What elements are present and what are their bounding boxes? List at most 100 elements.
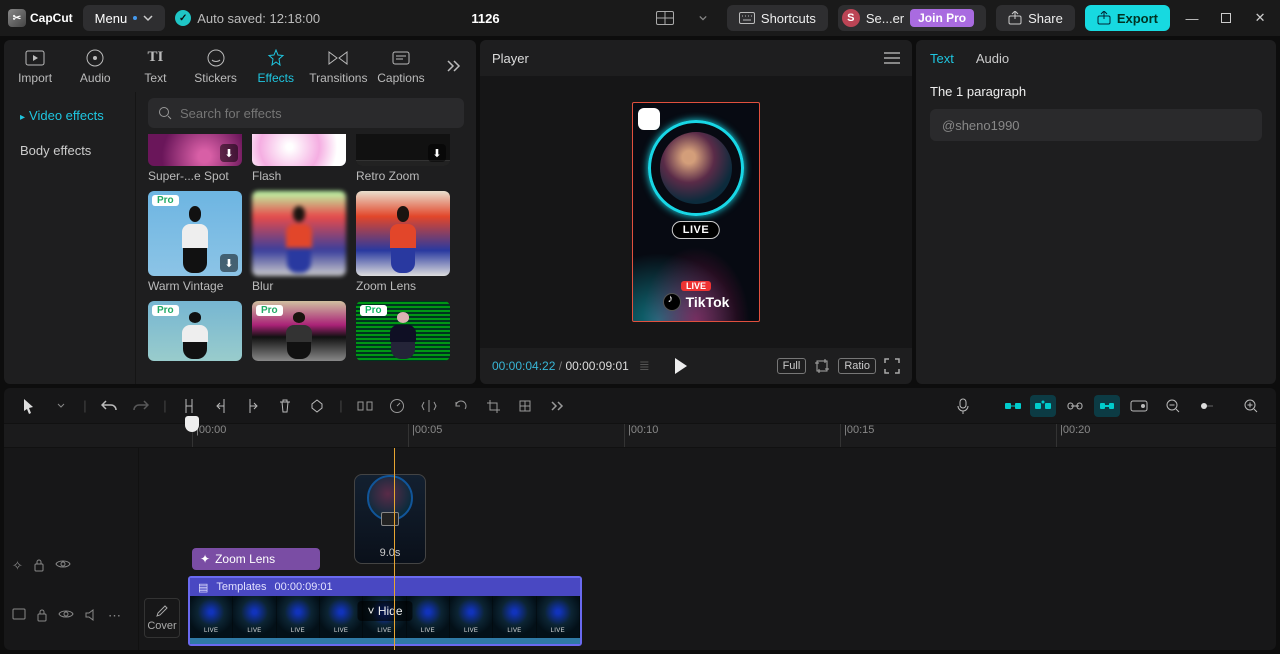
- redo-button[interactable]: [126, 392, 156, 420]
- fx-item[interactable]: ⬇Super-...e Spot: [148, 134, 242, 183]
- eye-icon[interactable]: [58, 608, 74, 624]
- delete-button[interactable]: [270, 392, 300, 420]
- shortcuts-button[interactable]: Shortcuts: [727, 5, 828, 31]
- library-panel: Import Audio TIText Stickers Effects Tra…: [4, 40, 476, 384]
- magnet-main[interactable]: [1000, 395, 1026, 417]
- eye-icon[interactable]: [55, 558, 71, 574]
- tab-audio-insp[interactable]: Audio: [976, 51, 1009, 66]
- cover-button[interactable]: Cover: [144, 598, 180, 638]
- lock-icon[interactable]: [33, 558, 45, 574]
- zoom-out-button[interactable]: [1158, 392, 1188, 420]
- live-pill: LIVE: [681, 281, 711, 291]
- tab-stickers[interactable]: Stickers: [191, 48, 241, 85]
- mute-icon[interactable]: [84, 608, 98, 624]
- eq-icon[interactable]: ≣: [639, 358, 650, 374]
- tabs-more-button[interactable]: [436, 60, 470, 72]
- freeze-button[interactable]: [510, 392, 540, 420]
- fx-item[interactable]: Pro: [148, 301, 242, 361]
- window-close[interactable]: ✕: [1248, 10, 1272, 26]
- export-button[interactable]: Export: [1085, 5, 1170, 31]
- layout-icon: [656, 11, 674, 25]
- preview-toggle[interactable]: [1124, 392, 1154, 420]
- marker-button[interactable]: [302, 392, 332, 420]
- download-icon[interactable]: ⬇: [428, 144, 446, 162]
- preview-canvas[interactable]: LIVE LIVE TikTok: [632, 102, 760, 322]
- player-menu-button[interactable]: [884, 52, 900, 64]
- time-ruler[interactable]: |00:00 |00:05 |00:10 |00:15 |00:20: [4, 424, 1276, 448]
- track-controls-main: ⋯: [12, 608, 121, 624]
- layout-button[interactable]: [651, 5, 679, 31]
- sparkle-icon: ✦: [200, 552, 210, 566]
- text-field[interactable]: @sheno1990: [930, 109, 1262, 141]
- full-button[interactable]: Full: [777, 358, 807, 374]
- rotate-button[interactable]: [446, 392, 476, 420]
- zoom-in-button[interactable]: [1236, 392, 1266, 420]
- magnet-aux[interactable]: [1030, 395, 1056, 417]
- join-pro-badge[interactable]: Join Pro: [910, 9, 974, 27]
- window-minimize[interactable]: —: [1180, 11, 1204, 26]
- player-controls: 00:00:04:22 / 00:00:09:01 ≣ Full Ratio: [480, 348, 912, 384]
- cat-body-effects[interactable]: Body effects: [10, 135, 129, 166]
- menu-button[interactable]: Menu: [83, 5, 166, 31]
- fx-item[interactable]: ⬇Retro Zoom: [356, 134, 450, 183]
- avatar-icon: S: [842, 9, 860, 27]
- video-track-icon[interactable]: [12, 608, 26, 624]
- crop-icon[interactable]: [814, 358, 830, 374]
- ripple-button[interactable]: [350, 392, 380, 420]
- fullscreen-icon[interactable]: [884, 358, 900, 374]
- fx-item[interactable]: Pro⬇Warm Vintage: [148, 191, 242, 293]
- fx-item[interactable]: Pro: [252, 301, 346, 361]
- ratio-button[interactable]: Ratio: [838, 358, 876, 374]
- fx-item[interactable]: Blur: [252, 191, 346, 293]
- speed-button[interactable]: [382, 392, 412, 420]
- tab-text[interactable]: Text: [930, 51, 954, 66]
- tab-effects[interactable]: Effects: [251, 48, 301, 85]
- tab-transitions[interactable]: Transitions: [311, 48, 366, 85]
- tab-import[interactable]: Import: [10, 48, 60, 85]
- pro-badge: Pro: [360, 305, 387, 316]
- tab-captions[interactable]: Captions: [376, 48, 426, 85]
- fx-track-icon[interactable]: ✧: [12, 558, 23, 574]
- toolbar-more[interactable]: [542, 392, 572, 420]
- ruler-start-handle[interactable]: [185, 416, 199, 432]
- link-button[interactable]: [1060, 392, 1090, 420]
- mirror-button[interactable]: [414, 392, 444, 420]
- trim-right-button[interactable]: [238, 392, 268, 420]
- snap-button[interactable]: [1094, 395, 1120, 417]
- pointer-tool[interactable]: [14, 392, 44, 420]
- share-button[interactable]: Share: [996, 5, 1075, 31]
- effects-search-input[interactable]: [180, 106, 454, 121]
- clip-templates[interactable]: ▤ Templates 00:00:09:01 ˅ Hide: [188, 576, 582, 646]
- download-icon[interactable]: ⬇: [220, 254, 238, 272]
- effects-search[interactable]: [148, 98, 464, 128]
- timeline-tracks[interactable]: ✧ ⋯ Cover 9.0s: [4, 448, 1276, 650]
- zoom-slider[interactable]: [1192, 392, 1222, 420]
- cat-video-effects[interactable]: ▸Video effects: [10, 100, 129, 131]
- track-more-icon[interactable]: ⋯: [108, 608, 121, 624]
- project-name[interactable]: 1126: [471, 11, 499, 26]
- pointer-more[interactable]: [46, 392, 76, 420]
- autosave-status: ✓ Auto saved: 12:18:00: [175, 10, 320, 26]
- lock-icon[interactable]: [36, 608, 48, 624]
- tab-audio[interactable]: Audio: [70, 48, 120, 85]
- drag-preview[interactable]: 9.0s: [354, 474, 426, 564]
- fx-item[interactable]: Pro: [356, 301, 450, 361]
- play-button[interactable]: [674, 358, 688, 374]
- fx-item[interactable]: Zoom Lens: [356, 191, 450, 293]
- menubar: ✂ CapCut Menu ✓ Auto saved: 12:18:00 112…: [0, 0, 1280, 36]
- user-pill[interactable]: S Se...er Join Pro: [838, 5, 986, 31]
- undo-button[interactable]: [94, 392, 124, 420]
- clip-hide-button[interactable]: ˅ Hide: [357, 601, 412, 621]
- export-icon: [1097, 11, 1111, 25]
- crop-button[interactable]: [478, 392, 508, 420]
- player-stage[interactable]: LIVE LIVE TikTok: [480, 76, 912, 348]
- download-icon[interactable]: ⬇: [220, 144, 238, 162]
- tab-text[interactable]: TIText: [130, 48, 180, 85]
- clip-zoom-lens[interactable]: ✦ Zoom Lens: [192, 548, 320, 570]
- window-maximize[interactable]: [1214, 12, 1238, 24]
- fx-item[interactable]: Flash: [252, 134, 346, 183]
- trim-left-button[interactable]: [206, 392, 236, 420]
- mic-button[interactable]: [948, 392, 978, 420]
- layout-chevron[interactable]: [689, 5, 717, 31]
- pro-badge: Pro: [152, 305, 179, 316]
